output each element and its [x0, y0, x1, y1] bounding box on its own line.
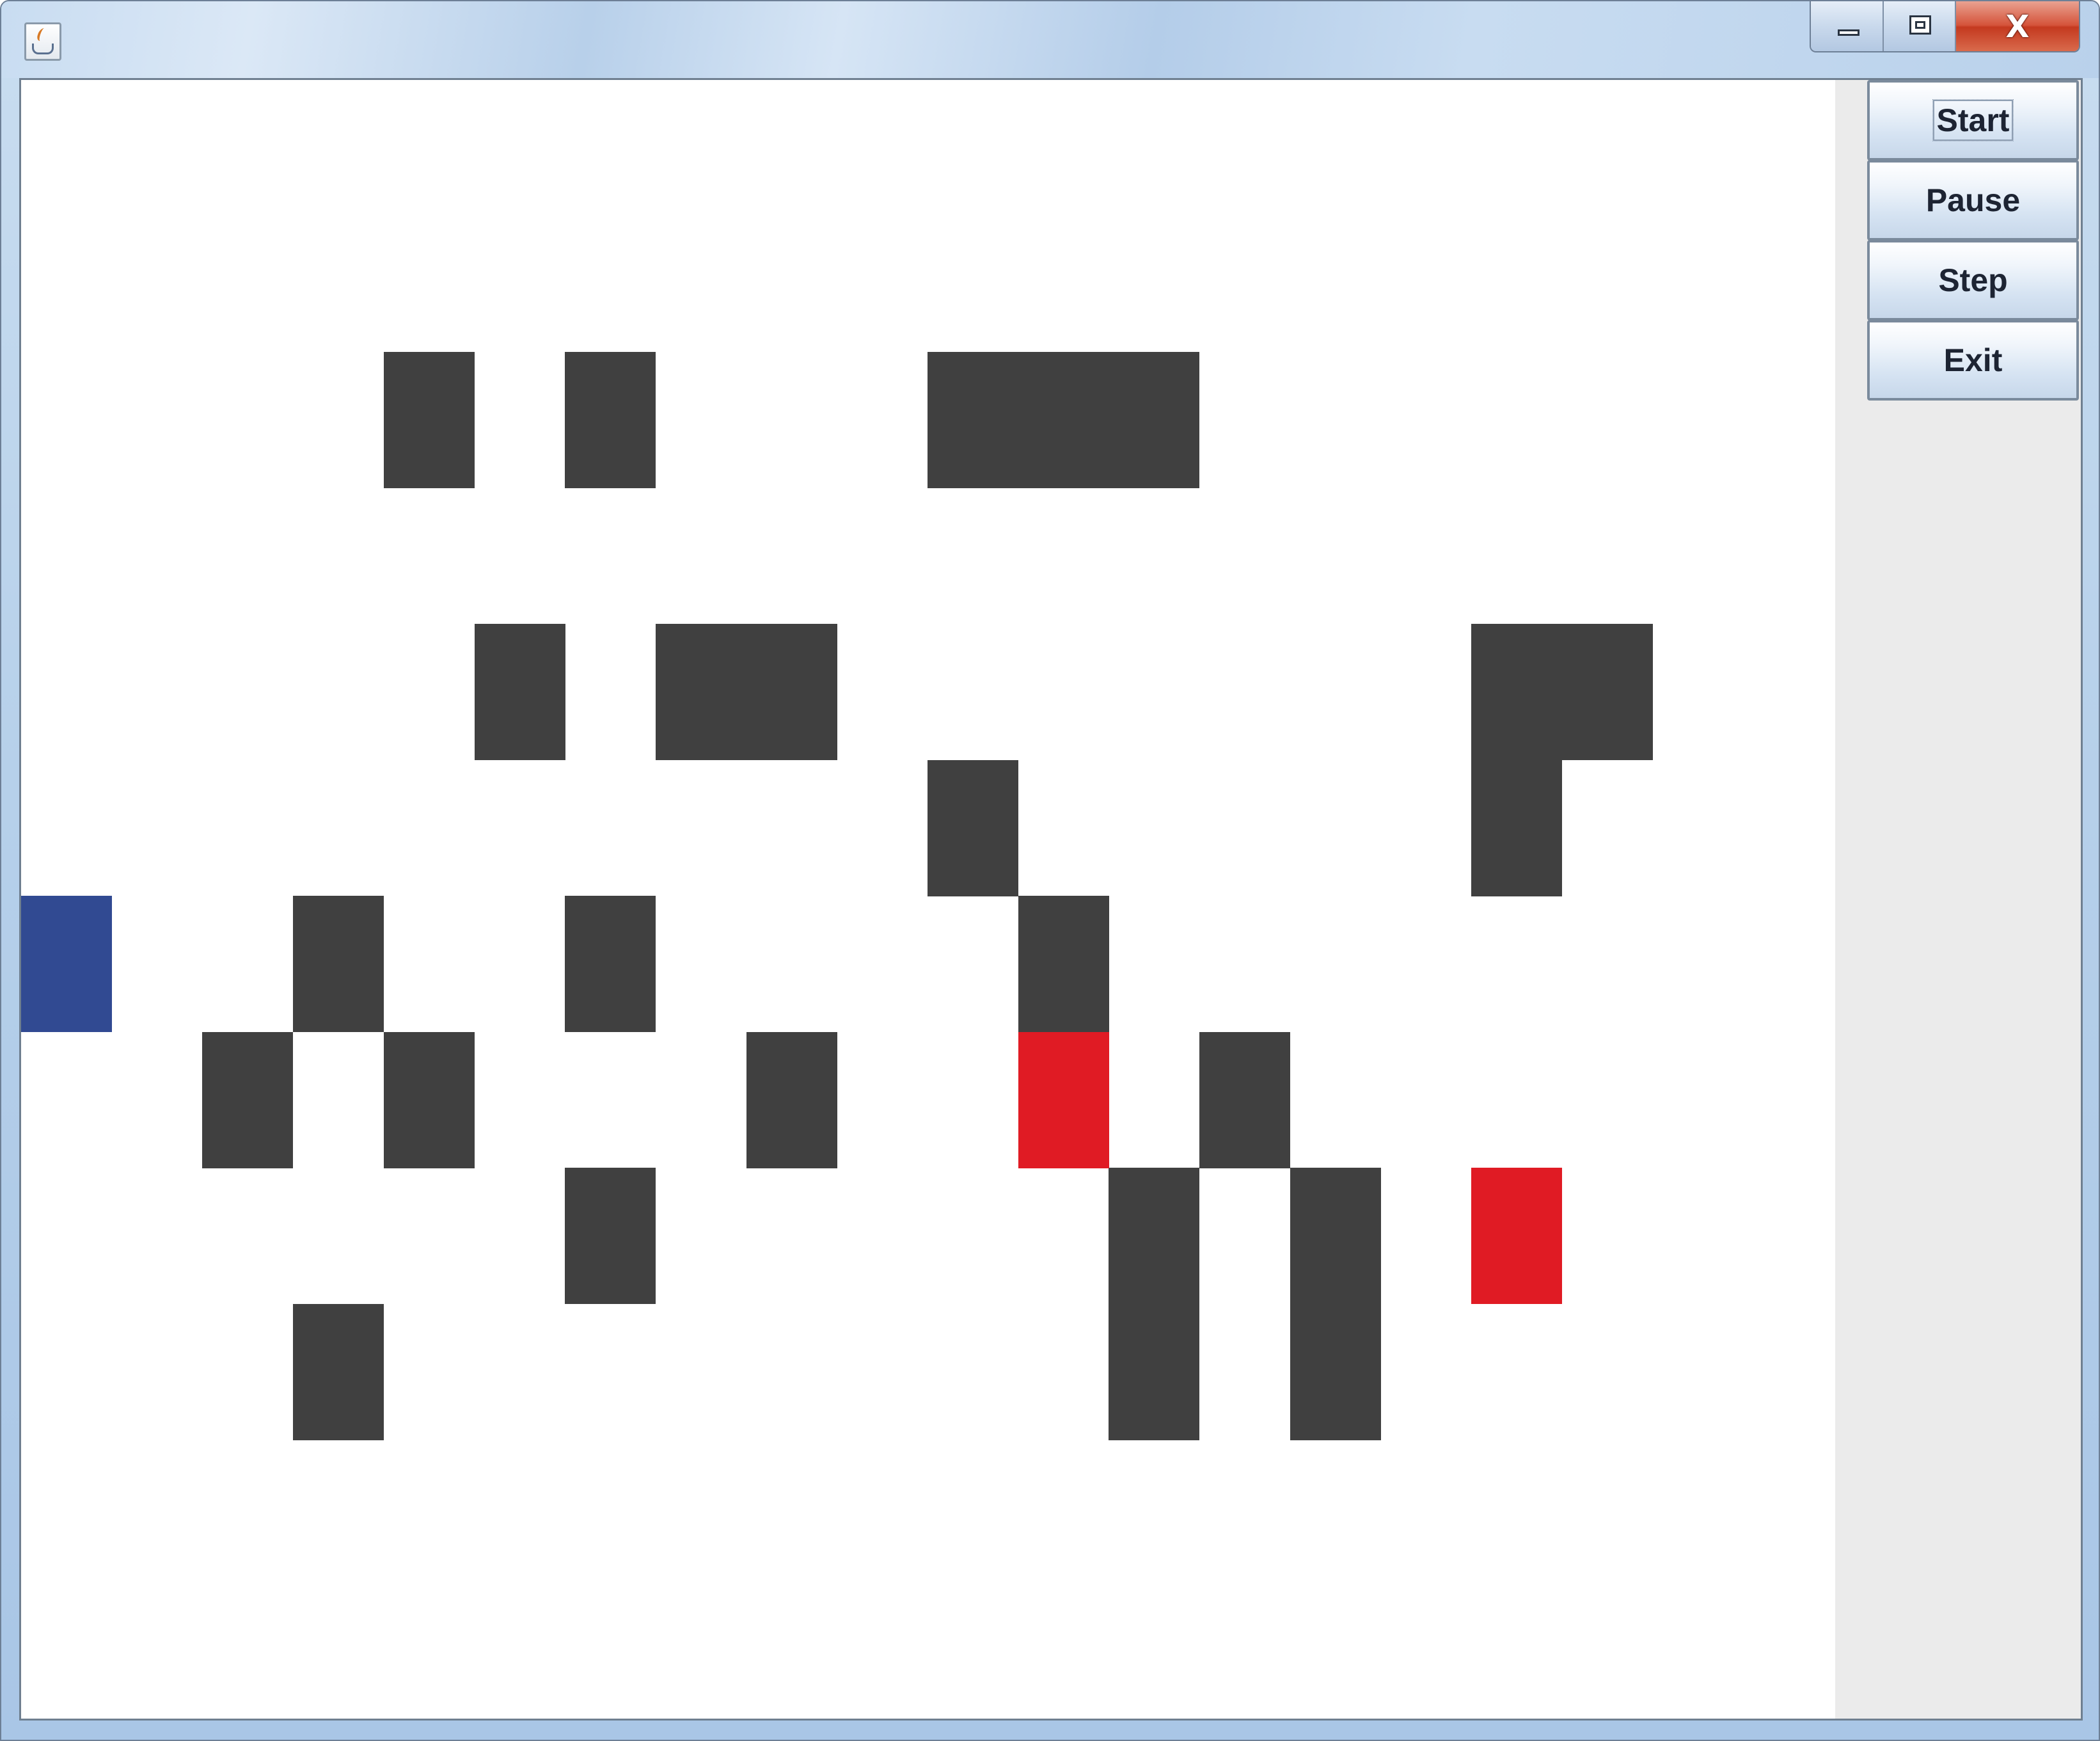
wall-cell [565, 1168, 656, 1304]
close-button[interactable]: X [1956, 1, 2079, 51]
target-cell [1471, 1168, 1563, 1304]
step-button-label: Step [1938, 262, 2008, 298]
maximize-button[interactable] [1884, 1, 1956, 51]
wall-cell [655, 624, 746, 760]
pause-button-label: Pause [1925, 182, 2021, 218]
maximize-icon [1909, 15, 1931, 35]
wall-cell [565, 896, 656, 1032]
exit-button[interactable]: Exit [1867, 320, 2079, 401]
exit-button-label: Exit [1943, 342, 2003, 378]
wall-cell [928, 352, 1018, 488]
wall-cell [1018, 896, 1109, 1032]
close-icon: X [2005, 9, 2030, 45]
wall-cell [746, 1031, 837, 1168]
start-button-label: Start [1932, 99, 2014, 141]
wall-cell [565, 352, 656, 488]
agent-cell [21, 896, 112, 1032]
wall-cell [1199, 1031, 1291, 1168]
java-steam-icon [35, 28, 49, 41]
step-button[interactable]: Step [1867, 240, 2079, 321]
control-panel: Start Pause Step Exit [1867, 80, 2079, 401]
wall-cell [1471, 759, 1563, 896]
caption-buttons: X [1810, 1, 2080, 52]
wall-cell [1018, 352, 1109, 488]
wall-cell [746, 624, 837, 760]
wall-cell [1471, 624, 1563, 760]
wall-cell [1561, 624, 1653, 760]
wall-cell [1109, 1303, 1200, 1440]
target-cell [1018, 1031, 1109, 1168]
title-bar[interactable]: X [1, 1, 2099, 78]
wall-cell [383, 1031, 475, 1168]
wall-cell [474, 624, 565, 760]
pause-button[interactable]: Pause [1867, 160, 2079, 241]
grid-board[interactable] [21, 80, 1835, 1719]
start-button[interactable]: Start [1867, 80, 2079, 161]
wall-cell [1109, 352, 1200, 488]
wall-cell [383, 352, 475, 488]
minimize-button[interactable] [1811, 1, 1884, 51]
minimize-icon [1838, 29, 1859, 36]
client-area: Start Pause Step Exit [19, 78, 2083, 1721]
wall-cell [202, 1031, 294, 1168]
wall-cell [1109, 1168, 1200, 1304]
java-app-icon[interactable] [24, 22, 61, 61]
wall-cell [1290, 1168, 1381, 1304]
wall-cell [293, 896, 384, 1032]
java-cup-icon [32, 44, 54, 54]
wall-cell [293, 1303, 384, 1440]
wall-cell [1290, 1303, 1381, 1440]
app-window: X Start Pause Step Exit [0, 0, 2100, 1741]
wall-cell [928, 759, 1018, 896]
